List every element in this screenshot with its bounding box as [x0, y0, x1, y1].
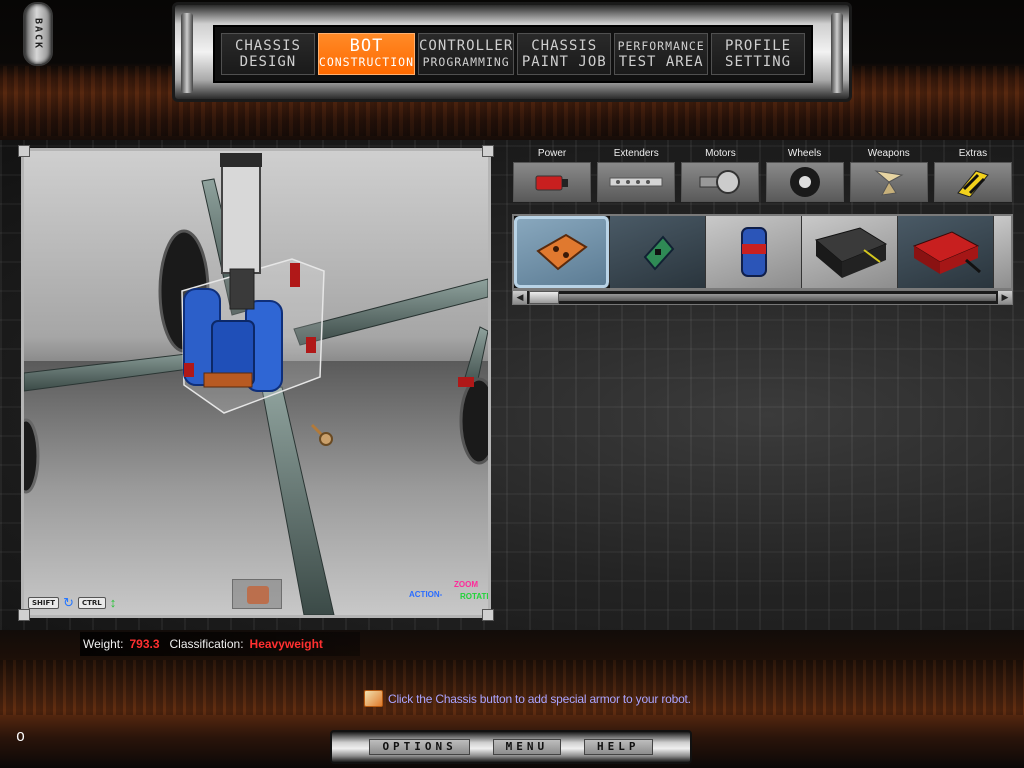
part-category-tabs: Power Extenders Motors Wheels Weapons Ex…: [511, 146, 1014, 206]
part-item-green-board[interactable]: [610, 216, 706, 288]
part-item-black-battery[interactable]: [802, 216, 898, 288]
tab-label-line1: BOT: [349, 36, 384, 56]
help-button[interactable]: HELP: [584, 739, 653, 755]
tab-label-line2: DESIGN: [239, 54, 297, 70]
category-label: Wheels: [787, 148, 822, 159]
red-connector-far: [458, 377, 474, 387]
scroll-left-arrow-icon[interactable]: ◀: [513, 291, 527, 304]
tab-chassis-paint-job[interactable]: CHASSIS PAINT JOB: [517, 33, 612, 75]
top-nav: CHASSIS DESIGN BOT CONSTRUCTION CONTROLL…: [213, 25, 813, 83]
category-motors[interactable]: Motors: [679, 146, 761, 206]
wheel-far-left: [24, 418, 40, 494]
category-label: Power: [537, 148, 567, 159]
tab-label-line1: CONTROLLER: [419, 38, 514, 54]
ctrl-key: CTRL: [77, 597, 106, 609]
bottom-menu-bar: OPTIONS MENU HELP: [330, 730, 692, 764]
part-item-blue-canister[interactable]: [706, 216, 802, 288]
viewport-controls-help: SHIFT ↻ CTRL ↕: [28, 595, 117, 610]
action-label: ACTION-: [409, 590, 443, 599]
zoom-label: ZOOM: [454, 580, 478, 589]
scroll-thumb[interactable]: [529, 291, 559, 304]
part-list-scrollbar[interactable]: ◀ ▶: [512, 290, 1013, 305]
category-extenders[interactable]: Extenders: [595, 146, 677, 206]
tab-label-line2: SETTING: [725, 54, 792, 70]
tab-label-line1: CHASSIS: [531, 38, 598, 54]
back-label: BACK: [32, 17, 44, 51]
tip-text: Click the Chassis button to add special …: [388, 691, 691, 706]
viewport-corner: [18, 145, 30, 157]
classification-value: Heavyweight: [249, 637, 323, 651]
green-circuit-board-icon: [643, 235, 674, 271]
extender-bar-icon: [597, 162, 676, 202]
weight-value: 793.3: [129, 637, 160, 651]
robot-model: [24, 153, 488, 615]
category-power[interactable]: Power: [511, 146, 593, 206]
tab-label-line2: PROGRAMMING: [422, 55, 510, 69]
rotate-arrow-icon: ↻: [63, 595, 74, 610]
weight-label: Weight:: [83, 637, 124, 651]
tab-label-line2: TEST AREA: [618, 54, 704, 70]
category-label: Motors: [705, 148, 736, 159]
battery-icon: [513, 162, 592, 202]
robot-viewport-frame: SHIFT ↻ CTRL ↕ ACTION- ZOOM ROTATE: [18, 145, 494, 621]
part-thumbnail-icon: [247, 586, 269, 604]
category-wheels[interactable]: Wheels: [764, 146, 846, 206]
black-battery-pack-icon: [814, 227, 887, 278]
viewport-corner: [18, 609, 30, 621]
part-item-orange-board[interactable]: [514, 216, 610, 288]
category-label: Weapons: [867, 148, 910, 159]
rotate-label: ROTATE: [460, 592, 488, 601]
tab-performance-test-area[interactable]: PERFORMANCE TEST AREA: [614, 33, 709, 75]
selected-part-thumbnail: [232, 579, 282, 609]
tab-bot-construction[interactable]: BOT CONSTRUCTION: [317, 33, 415, 75]
blade-icon: [849, 162, 928, 202]
tab-label-line1: PERFORMANCE: [617, 39, 705, 53]
piston-base: [229, 268, 255, 310]
red-connector-left: [184, 363, 194, 377]
category-weapons[interactable]: Weapons: [848, 146, 930, 206]
back-button[interactable]: BACK: [23, 2, 53, 66]
tab-profile-setting[interactable]: PROFILE SETTING: [711, 33, 806, 75]
classification-label: Classification:: [169, 637, 244, 651]
scroll-track[interactable]: [529, 294, 996, 301]
top-nav-frame: CHASSIS DESIGN BOT CONSTRUCTION CONTROLL…: [172, 2, 852, 102]
orange-cells: [203, 372, 253, 388]
blue-canister-icon: [740, 227, 767, 277]
move-up-arrow-icon: ↕: [109, 595, 117, 610]
robot-stats: Weight: 793.3 Classification: Heavyweigh…: [80, 632, 360, 656]
red-battery-icon: [912, 231, 981, 274]
part-list: [512, 214, 1013, 290]
shift-key: SHIFT: [28, 597, 60, 609]
viewport-corner: [482, 609, 494, 621]
tab-chassis-design[interactable]: CHASSIS DESIGN: [221, 33, 315, 75]
tips-icon: [364, 690, 383, 707]
piston-cylinder: [221, 162, 261, 274]
hazard-icon: [933, 162, 1012, 202]
viewport-corner: [482, 145, 494, 157]
category-label: Extenders: [613, 148, 659, 159]
part-item-red-battery[interactable]: [898, 216, 994, 288]
tab-label-line2: PAINT JOB: [521, 54, 607, 70]
red-connector-top: [290, 263, 300, 287]
category-label: Extras: [958, 148, 988, 159]
motor-icon: [681, 162, 760, 202]
tip-bar: Click the Chassis button to add special …: [364, 690, 691, 707]
category-extras[interactable]: Extras: [932, 146, 1014, 206]
tab-controller-programming[interactable]: CONTROLLER PROGRAMMING: [418, 33, 515, 75]
robot-3d-viewport[interactable]: SHIFT ↻ CTRL ↕ ACTION- ZOOM ROTATE: [24, 151, 488, 615]
menu-button[interactable]: MENU: [492, 739, 562, 755]
loading-spinner-icon: ⁰: [16, 728, 25, 753]
red-connector-right: [306, 337, 316, 353]
wheel-right: [459, 377, 488, 465]
orange-circuit-board-icon: [535, 233, 588, 271]
options-button[interactable]: OPTIONS: [369, 739, 470, 755]
wheel-icon: [765, 162, 844, 202]
part-item-partial[interactable]: [994, 216, 1011, 288]
piston-cap: [220, 153, 262, 167]
scroll-right-arrow-icon[interactable]: ▶: [998, 291, 1012, 304]
tab-label-line1: PROFILE: [725, 38, 792, 54]
tab-label-line2: CONSTRUCTION: [318, 55, 414, 69]
tab-label-line1: CHASSIS: [234, 38, 301, 54]
